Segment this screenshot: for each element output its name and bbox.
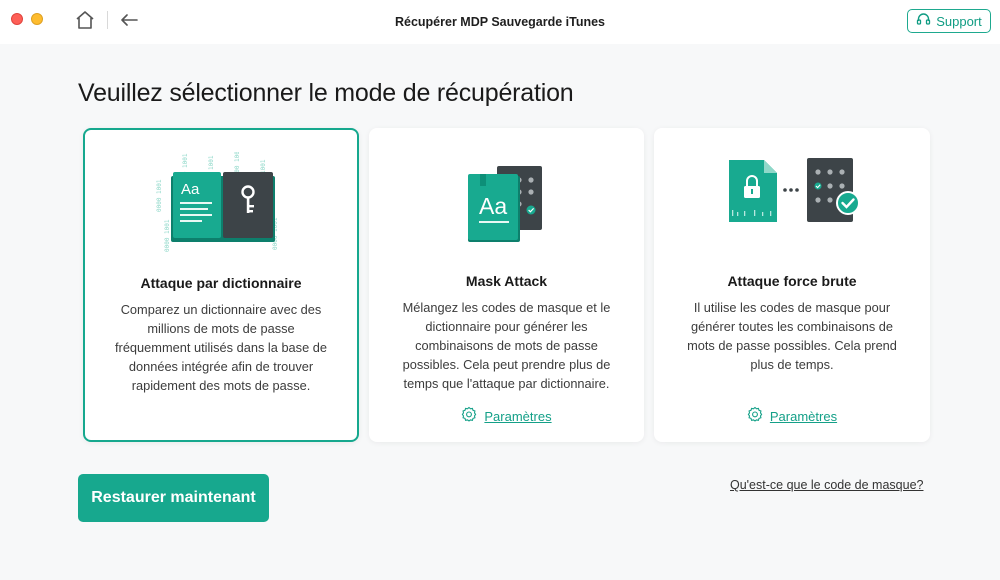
window-title: Récupérer MDP Sauvegarde iTunes xyxy=(394,15,606,29)
svg-text:Aa: Aa xyxy=(181,181,200,198)
mask-code-help-link[interactable]: Qu'est-ce que le code de masque? xyxy=(730,478,923,492)
params-link[interactable]: Paramètres xyxy=(654,406,930,427)
svg-text:0000 1001: 0000 1001 xyxy=(156,179,163,212)
params-label: Paramètres xyxy=(769,409,838,424)
title-bar: Récupérer MDP Sauvegarde iTunes Support xyxy=(0,0,1000,44)
restore-now-button[interactable]: Restaurer maintenant xyxy=(78,474,269,522)
card-description: Il utilise les codes de masque pour géné… xyxy=(687,300,897,372)
card-title: Attaque par dictionnaire xyxy=(140,275,302,291)
card-dictionary-attack[interactable]: 0000 1001 0000 1001 0000 1001 0000 1001 … xyxy=(83,128,359,442)
card-description: Comparez un dictionnaire avec des millio… xyxy=(115,302,327,393)
brute-force-illustration xyxy=(654,150,930,250)
support-button[interactable]: Support xyxy=(907,9,991,33)
card-description: Mélangez les codes de masque et le dicti… xyxy=(402,300,611,391)
gear-icon xyxy=(461,406,477,427)
page-title: Veuillez sélectionner le mode de récupér… xyxy=(78,79,574,107)
dictionary-illustration: 0000 1001 0000 1001 0000 1001 0000 1001 … xyxy=(85,147,357,252)
svg-text:Aa: Aa xyxy=(479,193,507,219)
params-link[interactable]: Paramètres xyxy=(369,406,644,427)
mask-attack-illustration: Aa xyxy=(369,150,644,250)
check-icon xyxy=(836,191,860,215)
svg-text:0000 1001: 0000 1001 xyxy=(164,219,171,252)
main-content: Veuillez sélectionner le mode de récupér… xyxy=(0,44,1000,580)
params-label: Paramètres xyxy=(484,409,552,424)
card-brute-force[interactable]: Attaque force brute Il utilise les codes… xyxy=(654,128,930,442)
card-mask-attack[interactable]: Aa Mask Attack Mélangez les codes de mas… xyxy=(369,128,644,442)
support-chat-icon xyxy=(916,12,931,30)
support-label: Support xyxy=(936,13,982,29)
card-title: Attaque force brute xyxy=(727,273,857,289)
gear-icon xyxy=(747,406,763,427)
card-title: Mask Attack xyxy=(465,273,548,289)
